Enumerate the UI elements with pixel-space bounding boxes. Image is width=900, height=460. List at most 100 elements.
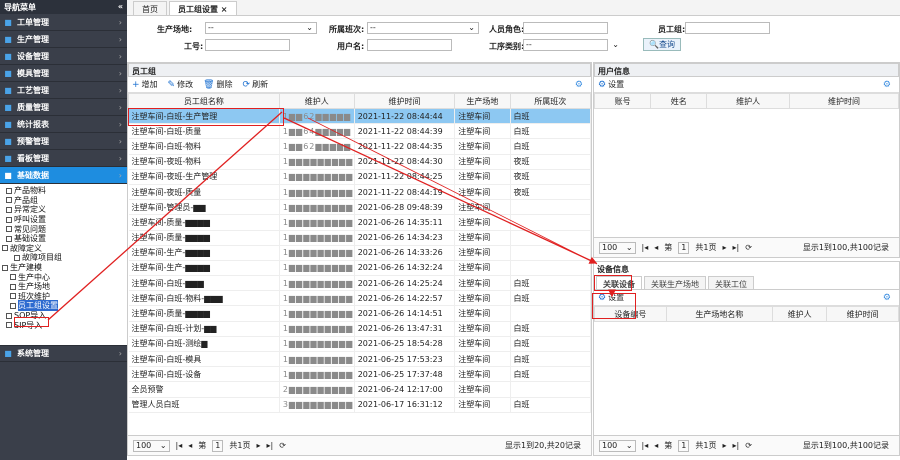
first-page-icon[interactable]: |◂ bbox=[176, 441, 183, 450]
sidebar-item-label: 工艺管理 bbox=[17, 85, 49, 95]
delete-button[interactable]: 🗑 删除 bbox=[203, 79, 232, 90]
table-row[interactable]: 全员预警 2▆▆▆▆▆▆▆▆▆ 2021-06-24 12:17:00 注塑车间 bbox=[128, 381, 592, 398]
table-row[interactable]: 注塑车间-生产-▆▆▆▆ 1▆▆▆▆▆▆▆▆▆ 2021-06-26 14:33:2… bbox=[128, 245, 592, 261]
page-size-select[interactable]: 100 ⌄ bbox=[133, 439, 170, 452]
sidebar-item[interactable]: ■ 质量管理 › bbox=[0, 99, 127, 116]
column-header[interactable]: 生产场地名称 bbox=[665, 306, 774, 322]
column-header[interactable]: 维护时间 bbox=[353, 93, 456, 109]
column-header[interactable]: 生产场地 bbox=[454, 93, 511, 109]
collapse-icon[interactable]: « bbox=[118, 2, 123, 12]
edit-button[interactable]: ✎ 修改 bbox=[168, 79, 194, 90]
table-row[interactable]: 注塑车间-夜班-物料 1▆▆▆▆▆▆▆▆▆ 2021-11-22 08:44:30 注… bbox=[128, 154, 592, 170]
username-input[interactable] bbox=[367, 39, 452, 51]
sidebar-item[interactable]: ■ 工艺管理 › bbox=[0, 82, 127, 99]
group-input[interactable] bbox=[685, 22, 770, 34]
sidebar-item-label: 工单管理 bbox=[17, 17, 49, 27]
refresh-button[interactable]: ⟳ 刷新 bbox=[243, 79, 269, 90]
column-header[interactable]: 员工组名称 bbox=[128, 93, 280, 109]
sidebar-item[interactable]: ■ 统计报表 › bbox=[0, 116, 127, 133]
table-cell: 夜班 bbox=[510, 154, 592, 170]
next-page-icon[interactable]: ▸ bbox=[256, 441, 260, 450]
refresh-icon[interactable]: ⟳ bbox=[279, 441, 286, 450]
role-input[interactable] bbox=[523, 22, 608, 34]
table-row[interactable]: 注塑车间-白班-物料-▆▆▆ 1▆▆▆▆▆▆▆▆▆ 2021-06-26 14:22… bbox=[128, 290, 592, 307]
table-row[interactable]: 注塑车间-白班-▆▆▆ 1▆▆▆▆▆▆▆▆▆ 2021-06-26 14:25:24… bbox=[128, 275, 592, 292]
table-row[interactable]: 注塑车间-白班-测绘▆ 1▆▆▆▆▆▆▆▆▆ 2021-06-25 18:54:28… bbox=[128, 336, 592, 353]
shift-select[interactable]: -- ⌄ bbox=[367, 22, 479, 34]
tab-employee-group[interactable]: 员工组设置 × bbox=[169, 1, 237, 15]
table-row[interactable]: 注塑车间-质量-▆▆▆▆ 1▆▆▆▆▆▆▆▆▆ 2021-06-26 14:35:1… bbox=[128, 214, 592, 231]
table-row[interactable]: 管理人员白班 3▆▆▆▆▆▆▆▆▆ 2021-06-17 16:31:12 注塑车间白… bbox=[128, 397, 592, 413]
chevron-right-icon: › bbox=[118, 170, 122, 180]
table-cell bbox=[510, 199, 592, 216]
column-header[interactable]: 维护时间 bbox=[788, 93, 900, 109]
add-button[interactable]: + 增加 bbox=[132, 79, 158, 90]
shift-value: -- bbox=[370, 23, 376, 32]
sidebar-header: 导航菜单 « bbox=[0, 0, 127, 14]
table-row[interactable]: 注塑车间-白班-物料 1▆▆62▆▆▆▆▆ 2021-11-22 08:44:35 注… bbox=[128, 138, 592, 155]
table-row[interactable]: 注塑车间-白班-计划-▆▆ 1▆▆▆▆▆▆▆▆▆ 2021-06-26 13:47:… bbox=[128, 321, 592, 337]
user-setting-button[interactable]: ⚙ 设置 bbox=[598, 79, 624, 90]
prev-page-icon[interactable]: ◂ bbox=[654, 243, 658, 252]
table-cell: 注塑车间-夜班-生产管理 bbox=[128, 169, 280, 185]
process-select[interactable]: -- ⌄ bbox=[523, 39, 619, 51]
next-page-icon[interactable]: ▸ bbox=[722, 441, 726, 450]
sidebar-item[interactable]: ■ 工单管理 › bbox=[0, 14, 127, 31]
site-select[interactable]: -- ⌄ bbox=[205, 22, 317, 34]
last-page-icon[interactable]: ▸| bbox=[732, 441, 739, 450]
table-row[interactable]: 注塑车间-白班-设备 1▆▆▆▆▆▆▆▆▆ 2021-06-25 17:37:48 注… bbox=[128, 366, 592, 383]
column-header[interactable]: 姓名 bbox=[650, 93, 708, 109]
page-input[interactable]: 1 bbox=[212, 439, 224, 452]
table-cell: 注塑车间 bbox=[454, 230, 511, 246]
page-info: 显示1到100,共100记录 bbox=[802, 243, 889, 252]
table-row[interactable]: 注塑车间-生产-▆▆▆▆ 1▆▆▆▆▆▆▆▆▆ 2021-06-26 14:32:2… bbox=[128, 260, 592, 277]
table-row[interactable]: 注塑车间-管理员-▆▆ 1▆▆▆▆▆▆▆▆▆ 2021-06-28 09:48:39… bbox=[128, 199, 592, 216]
sidebar-item[interactable]: ■ 看板管理 › bbox=[0, 150, 127, 167]
employee-no-input[interactable] bbox=[205, 39, 290, 51]
table-cell: 注塑车间 bbox=[454, 184, 511, 201]
column-header[interactable]: 账号 bbox=[593, 93, 652, 109]
table-row[interactable]: 注塑车间-夜班-质量 1▆▆▆▆▆▆▆▆▆ 2021-11-22 08:44:19 注… bbox=[128, 184, 592, 201]
column-header[interactable]: 所属班次 bbox=[509, 93, 592, 109]
tree-node[interactable]: 故障定义 bbox=[0, 244, 127, 254]
page-input[interactable]: 1 bbox=[678, 439, 690, 452]
gear-icon[interactable]: ⚙ bbox=[883, 80, 891, 90]
prev-page-icon[interactable]: ◂ bbox=[654, 441, 658, 450]
tab-home[interactable]: 首页 bbox=[133, 1, 167, 15]
column-header[interactable]: 维护人 bbox=[706, 93, 790, 109]
page-size-select[interactable]: 100 ⌄ bbox=[599, 439, 636, 452]
subtab[interactable]: 关联工位 bbox=[708, 276, 754, 289]
refresh-icon[interactable]: ⟳ bbox=[745, 441, 752, 450]
shield-icon: ■ bbox=[4, 102, 12, 112]
prev-page-icon[interactable]: ◂ bbox=[188, 441, 192, 450]
page-size-select[interactable]: 100 ⌄ bbox=[599, 241, 636, 254]
subtab[interactable]: 关联生产场地 bbox=[644, 276, 706, 289]
column-header[interactable]: 维护人 bbox=[278, 93, 355, 109]
sidebar-item[interactable]: ■ 预警管理 › bbox=[0, 133, 127, 150]
page-info: 显示1到20,共20记录 bbox=[505, 441, 581, 450]
page-input[interactable]: 1 bbox=[678, 241, 690, 254]
table-row[interactable]: 注塑车间-质量-▆▆▆▆ 1▆▆▆▆▆▆▆▆▆ 2021-06-26 14:34:2… bbox=[128, 230, 592, 246]
gear-icon[interactable]: ⚙ bbox=[575, 80, 583, 90]
sidebar-item[interactable]: ■ 基础数据 › bbox=[0, 167, 127, 184]
last-page-icon[interactable]: ▸| bbox=[266, 441, 273, 450]
sidebar-item[interactable]: ■ 设备管理 › bbox=[0, 48, 127, 65]
column-header[interactable]: 维护人 bbox=[772, 306, 828, 322]
table-row[interactable]: 注塑车间-夜班-生产管理 1▆▆▆▆▆▆▆▆▆ 2021-11-22 08:44:2… bbox=[128, 169, 592, 185]
sidebar-item-system[interactable]: ■ 系统管理 › bbox=[0, 345, 127, 362]
first-page-icon[interactable]: |◂ bbox=[642, 441, 649, 450]
column-header[interactable]: 维护时间 bbox=[826, 306, 899, 322]
sidebar-item-label: 统计报表 bbox=[17, 119, 49, 129]
table-cell: 夜班 bbox=[510, 169, 592, 185]
site-value: -- bbox=[208, 23, 214, 32]
table-row[interactable]: 注塑车间-质量-▆▆▆▆ 1▆▆▆▆▆▆▆▆▆ 2021-06-26 14:14:5… bbox=[128, 305, 592, 322]
sidebar-item[interactable]: ■ 生产管理 › bbox=[0, 31, 127, 48]
gear-icon[interactable]: ⚙ bbox=[883, 293, 891, 303]
last-page-icon[interactable]: ▸| bbox=[732, 243, 739, 252]
next-page-icon[interactable]: ▸ bbox=[722, 243, 726, 252]
query-button[interactable]: 🔍查询 bbox=[643, 38, 681, 51]
sidebar-item[interactable]: ■ 模具管理 › bbox=[0, 65, 127, 82]
table-row[interactable]: 注塑车间-白班-模具 1▆▆▆▆▆▆▆▆▆ 2021-06-25 17:53:23 注… bbox=[128, 351, 592, 368]
first-page-icon[interactable]: |◂ bbox=[642, 243, 649, 252]
refresh-icon[interactable]: ⟳ bbox=[745, 243, 752, 252]
